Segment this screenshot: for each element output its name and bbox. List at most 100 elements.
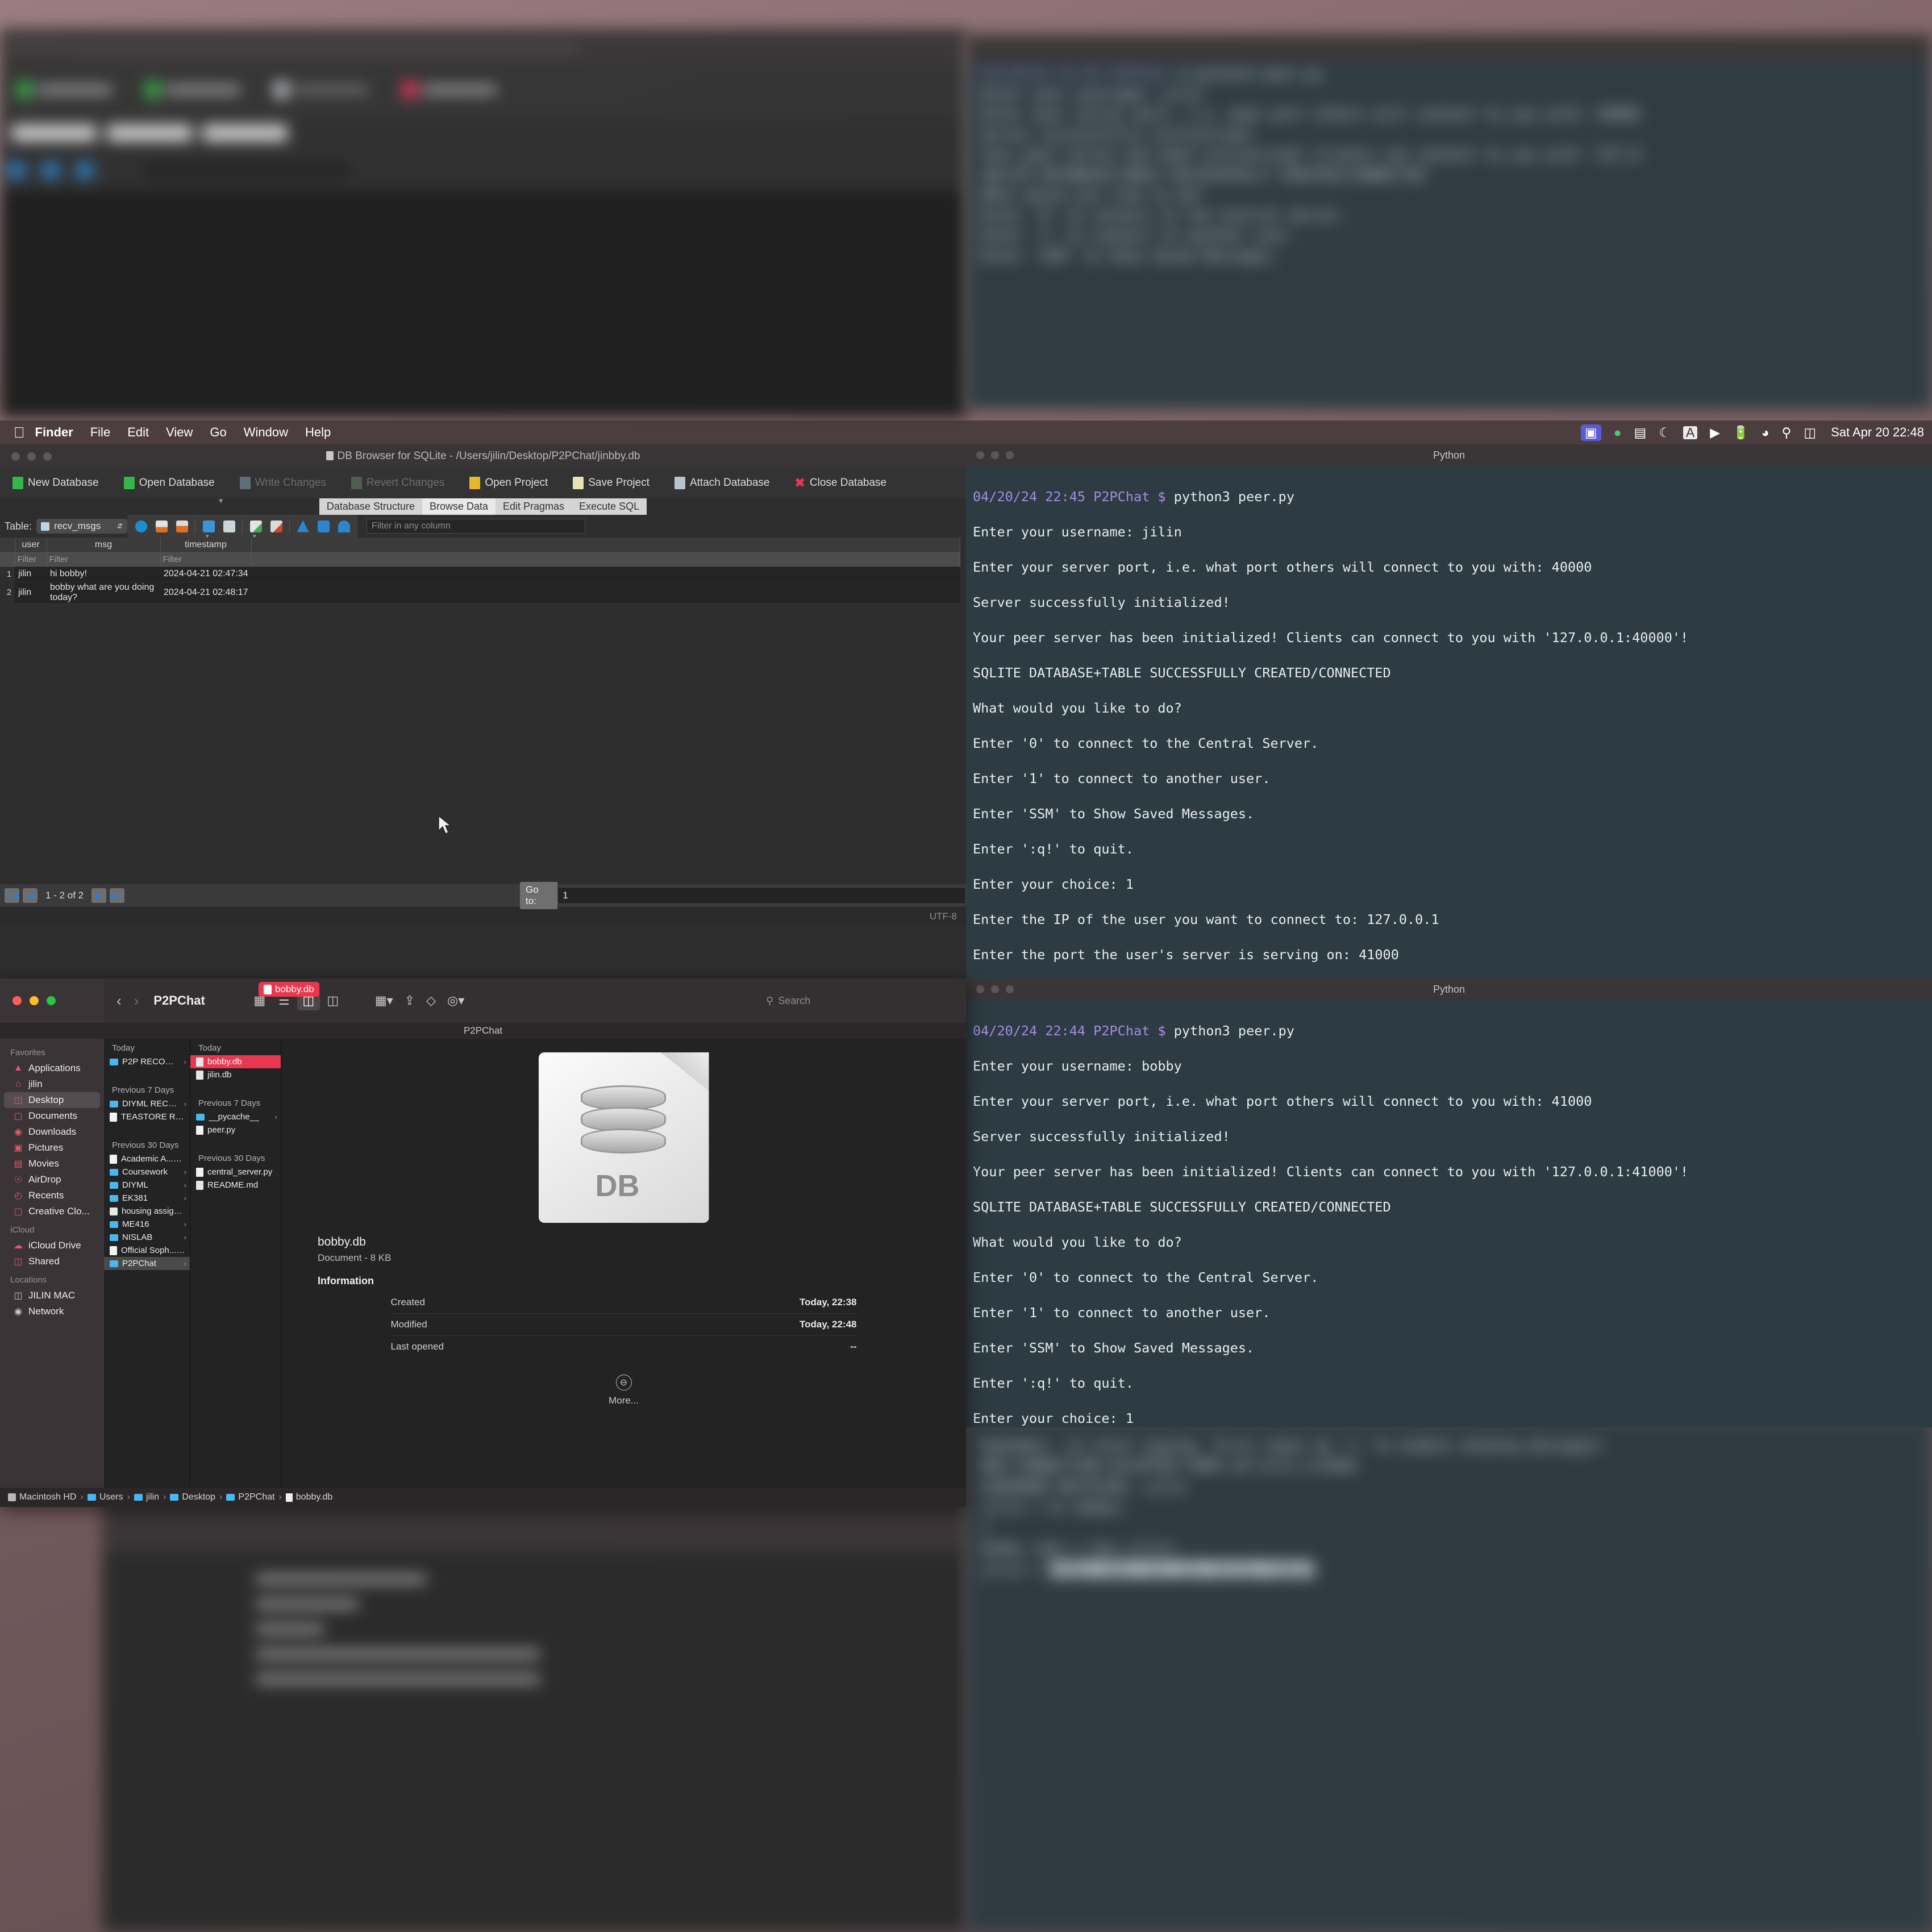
list-item-jilin-db[interactable]: jilin.db [190, 1068, 281, 1081]
column-header-msg[interactable]: msg [47, 538, 161, 553]
finder-column-p2pchat[interactable]: Today bobby.db jilin.db Previous 7 Days … [190, 1039, 281, 1488]
finder-window-controls[interactable] [0, 996, 56, 1005]
save-project-button[interactable]: Save Project [560, 477, 662, 489]
chevron-right-icon[interactable]: › [182, 1259, 186, 1268]
menu-item-view[interactable]: View [166, 425, 193, 440]
refresh-icon[interactable] [131, 517, 151, 536]
finder-sidebar[interactable]: Favorites ▲ Applications ⌂ jilin ◫ Desktop … [0, 1039, 104, 1488]
list-item-p2pchat[interactable]: P2PChat › [104, 1257, 190, 1270]
db-browser-window[interactable]: DB Browser for SQLite - /Users/jilin/Des… [0, 444, 966, 979]
menu-item-help[interactable]: Help [305, 425, 331, 440]
back-button[interactable]: ‹ [116, 992, 122, 1010]
path-item-desktop[interactable]: Desktop [170, 1492, 215, 1502]
sidebar-item-documents[interactable]: ▢ Documents [4, 1108, 100, 1124]
list-item[interactable]: central_server.py [190, 1165, 281, 1179]
share-icon[interactable]: ⇪ [405, 993, 415, 1008]
forward-button[interactable]: › [134, 992, 139, 1010]
list-item[interactable]: ME416 › [104, 1218, 190, 1231]
preview-more-button[interactable]: ⊖ More... [609, 1375, 639, 1406]
db-browser-toolbar[interactable]: New Database Open Database Write Changes… [0, 468, 966, 506]
drag-proxy-chip[interactable]: bobby.db [259, 982, 319, 997]
finder-column-view[interactable]: Today P2P RECORDINGS › Previous 7 Days DI… [104, 1039, 966, 1488]
list-item[interactable]: Coursework › [104, 1165, 190, 1179]
maximize-button[interactable] [47, 996, 56, 1005]
minimize-button[interactable] [30, 996, 39, 1005]
list-item[interactable]: Academic A...gineering.pdf [104, 1152, 190, 1165]
sidebar-item-downloads[interactable]: ◉ Downloads [4, 1124, 100, 1140]
filter-msg[interactable]: Filter [47, 552, 161, 567]
location-icon[interactable]: ● [1614, 426, 1622, 439]
list-item[interactable]: DIYML RECORDINGS › [104, 1097, 190, 1110]
menu-item-go[interactable]: Go [210, 425, 226, 440]
cell-msg[interactable]: bobby what are you doing today? [47, 582, 160, 603]
next-record-button[interactable]: ▶ [91, 888, 107, 903]
browse-data-controls[interactable]: Table: recv_msgs ⇵ ▾ ▾ Filter in any col… [0, 515, 966, 540]
finder-search-input[interactable]: ⚲ Search [766, 995, 953, 1007]
list-item-bobby-db[interactable]: bobby.db [190, 1055, 281, 1068]
table-select[interactable]: recv_msgs ⇵ [36, 519, 128, 534]
list-item[interactable]: DIYML › [104, 1179, 190, 1192]
sidebar-item-airdrop[interactable]: ☉ AirDrop [4, 1172, 100, 1188]
list-item[interactable]: peer.py [190, 1123, 281, 1136]
table-row[interactable]: 2 jilin bobby what are you doing today? … [0, 582, 960, 603]
path-item-jilin[interactable]: jilin [134, 1492, 159, 1502]
list-item[interactable]: housing assignment [104, 1205, 190, 1218]
sort-icon[interactable] [172, 517, 192, 536]
cell-msg[interactable]: hi bobby! [47, 566, 160, 582]
table-row[interactable]: 1 jilin hi bobby! 2024-04-21 02:47:34 [0, 566, 960, 582]
wifi-icon[interactable]: ◕ [1762, 426, 1769, 439]
finder-window[interactable]: ‹ › P2PChat bobby.db ▦ ☰ ◫ ◫ ▦▾ ⇪ ◇ ◎▾ ⚲ [0, 979, 966, 1507]
chevron-right-icon[interactable]: › [182, 1220, 186, 1229]
filter-user[interactable]: Filter [15, 552, 47, 567]
terminal-window-bobby[interactable]: Python 04/20/24 22:44 P2PChat $ python3 … [966, 979, 1932, 1427]
menu-item-edit[interactable]: Edit [127, 425, 149, 440]
finder-column-desktop[interactable]: Today P2P RECORDINGS › Previous 7 Days DI… [104, 1039, 190, 1488]
remove-record-icon[interactable] [266, 517, 286, 536]
chevron-right-icon[interactable]: › [182, 1181, 186, 1189]
toolbar-overflow-chevron-down-icon[interactable]: ▾ [219, 496, 223, 506]
battery-box-icon[interactable]: ▤ [1634, 426, 1647, 439]
column-header-timestamp[interactable]: timestamp [160, 538, 252, 553]
column-header-user[interactable]: user [15, 538, 47, 553]
list-item[interactable]: README.md [190, 1179, 281, 1192]
battery-icon[interactable]: 🔋 [1733, 426, 1749, 439]
sidebar-item-network[interactable]: ◉ Network [4, 1304, 100, 1319]
import-icon[interactable] [334, 517, 354, 536]
more-actions-icon[interactable]: ◎▾ [447, 993, 464, 1008]
insert-record-icon[interactable]: ▾ [198, 517, 219, 540]
sidebar-item-desktop[interactable]: ◫ Desktop [4, 1092, 100, 1108]
control-center-icon[interactable]: ◫ [1804, 426, 1816, 439]
chevron-right-icon[interactable]: › [182, 1168, 186, 1176]
chevron-right-icon[interactable]: › [182, 1100, 186, 1108]
list-item[interactable]: __pycache__ › [190, 1110, 281, 1123]
menu-item-window[interactable]: Window [244, 425, 288, 440]
print-icon[interactable] [293, 517, 313, 536]
macos-menu-bar[interactable]:  Finder File Edit View Go Window Help ▣… [0, 420, 1932, 444]
filter-timestamp[interactable]: Filter [160, 552, 252, 567]
first-record-button[interactable]: ❘◀ [5, 888, 19, 903]
terminal1-output[interactable]: 04/20/24 22:45 P2PChat $ python3 peer.py… [966, 466, 1932, 979]
open-project-button[interactable]: Open Project [457, 477, 560, 489]
cell-user[interactable]: jilin [15, 582, 47, 603]
path-item-users[interactable]: Users [87, 1492, 123, 1502]
path-item-p2pchat[interactable]: P2PChat [226, 1492, 274, 1502]
sidebar-item-jilin-mac[interactable]: ◫ JILIN MAC [4, 1288, 100, 1304]
list-item[interactable]: TEASTORE REF PAPER.pdf [104, 1110, 190, 1123]
delete-record-icon[interactable] [219, 517, 239, 536]
record-toolbar[interactable]: ▾ ▾ [127, 515, 358, 540]
goto-input[interactable]: 1 [557, 887, 966, 904]
db-browser-tabs[interactable]: Database Structure Browse Data Edit Prag… [0, 498, 966, 515]
sidebar-item-pictures[interactable]: ▣ Pictures [4, 1140, 100, 1156]
list-item[interactable]: P2P RECORDINGS › [104, 1055, 190, 1068]
menu-item-file[interactable]: File [90, 425, 110, 440]
filter-clear-icon[interactable] [151, 517, 172, 536]
apple-menu-icon[interactable]:  [14, 424, 25, 442]
new-record-icon[interactable]: ▾ [245, 517, 266, 540]
grid-filter-row[interactable]: Filter Filter Filter [0, 552, 960, 567]
do-not-disturb-icon[interactable]: ☾ [1659, 426, 1671, 439]
new-database-button[interactable]: New Database [0, 477, 111, 489]
record-navigation-bar[interactable]: ❘◀ ◀ 1 - 2 of 2 ▶ ▶❘ Go to: 1 [0, 882, 966, 909]
search-icon[interactable]: ⚲ [1782, 426, 1792, 439]
sidebar-item-icloud-drive[interactable]: ☁ iCloud Drive [4, 1238, 100, 1254]
list-item[interactable]: NISLAB › [104, 1231, 190, 1244]
